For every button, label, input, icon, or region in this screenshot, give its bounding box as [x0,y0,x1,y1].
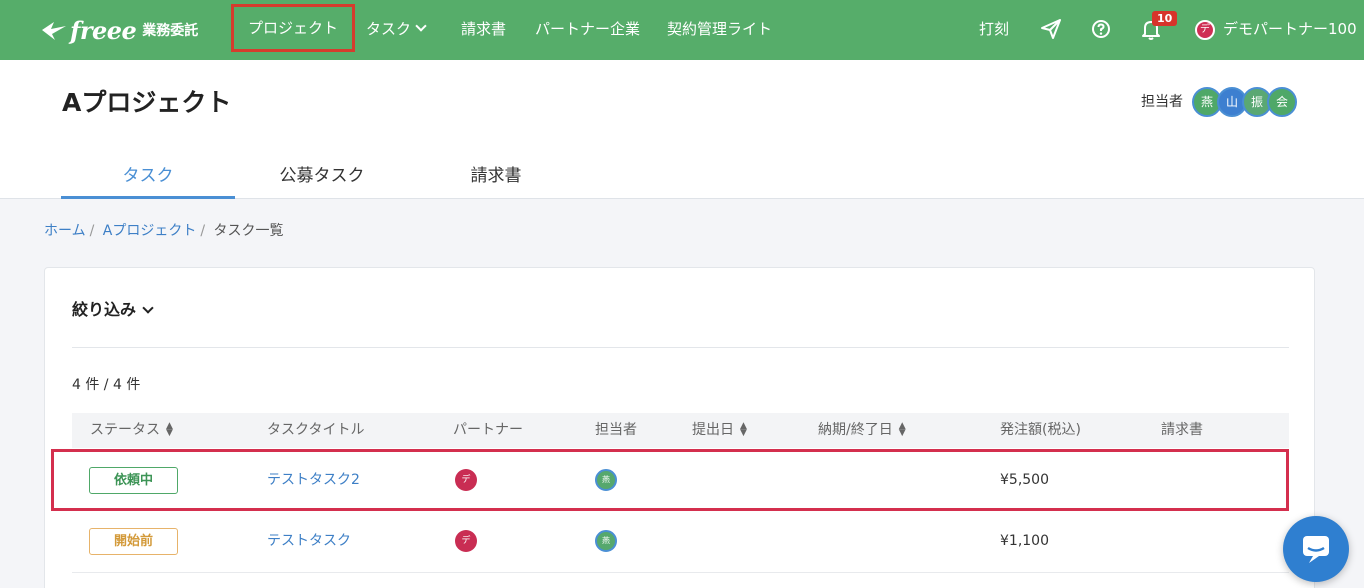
table-row[interactable]: 開始前 テストタスク デ 燕 ¥1,100 [72,511,1289,573]
task-list-card: 絞り込み 4 件 / 4 件 ステータス ▲ ▼ タスクタイトル パートナー 担当者… [44,267,1315,588]
tab-invoice[interactable]: 請求書 [409,156,583,199]
breadcrumb-project[interactable]: Aプロジェクト [103,223,197,239]
divider [72,347,1289,348]
col-title: タスクタイトル [267,422,365,438]
sort-icon: ▲ ▼ [740,421,747,438]
breadcrumb-separator: / [89,223,95,239]
col-submit-date-label: 提出日 [692,422,734,438]
table-row[interactable]: 依頼中 テストタスク2 デ 燕 ¥5,500 [51,449,1289,511]
chat-support-button[interactable] [1283,516,1349,582]
chat-icon [1303,536,1329,563]
nav-item-partner[interactable]: パートナー企業 [535,0,640,60]
chevron-down-icon [142,302,154,314]
user-avatar[interactable]: デ [1195,20,1215,40]
help-icon[interactable] [1091,18,1111,40]
assignee-avatar: 燕 [595,469,617,491]
nav-item-task[interactable]: タスク [366,0,427,60]
task-title-link[interactable]: テストタスク2 [267,452,360,508]
col-assignee: 担当者 [595,422,637,438]
sort-icon: ▲ ▼ [898,421,906,438]
col-status[interactable]: ステータス ▲ ▼ [90,413,173,448]
top-navbar: freee 業務委託 プロジェクト タスク 請求書 パートナー企業 契約管理ライ… [0,0,1364,60]
nav-item-clock-in[interactable]: 打刻 [979,0,1009,60]
col-partner: パートナー [453,422,523,438]
breadcrumb-home[interactable]: ホーム [44,223,86,239]
filter-label: 絞り込み [72,300,137,319]
partner-avatar: デ [455,469,477,491]
breadcrumb-separator: / [200,223,206,239]
status-badge: 依頼中 [89,467,178,494]
breadcrumb: ホーム / Aプロジェクト / タスク一覧 [44,220,284,240]
col-deadline[interactable]: 納期/終了日 ▲ ▼ [818,413,906,448]
page-title: Aプロジェクト [62,88,232,117]
assignee-avatar: 燕 [595,530,617,552]
task-title-link[interactable]: テストタスク [267,511,351,571]
col-amount: 発注額(税込) [1000,422,1081,438]
col-submit-date[interactable]: 提出日 ▲ ▼ [692,413,747,448]
nav-item-task-label: タスク [366,20,412,38]
assignee-avatar[interactable]: 会 [1267,87,1297,117]
tab-public-task[interactable]: 公募タスク [235,156,409,199]
partner-avatar: デ [455,530,477,552]
nav-item-invoice[interactable]: 請求書 [461,0,506,60]
nav-item-project[interactable]: プロジェクト [231,4,356,52]
logo-subtitle: 業務委託 [142,23,199,39]
freee-logo[interactable]: freee 業務委託 [40,14,198,46]
chevron-down-icon [415,20,427,32]
table-header: ステータス ▲ ▼ タスクタイトル パートナー 担当者 提出日 ▲ ▼ 納期/終了日 ▲ ▼… [72,413,1289,448]
sort-icon: ▲ ▼ [166,421,173,438]
col-status-label: ステータス [90,422,160,438]
result-count: 4 件 / 4 件 [72,377,141,393]
notification-badge: 10 [1152,11,1178,26]
assignee-label: 担当者 [1141,94,1183,110]
tab-task[interactable]: タスク [61,156,235,199]
order-amount: ¥5,500 [1000,472,1049,488]
project-header: Aプロジェクト 担当者 燕 山 振 会 タスク 公募タスク 請求書 [0,60,1364,199]
status-badge: 開始前 [89,528,178,555]
logo-bird-icon [42,22,66,40]
user-menu[interactable]: デモパートナー100 [1223,0,1357,58]
order-amount: ¥1,100 [1000,533,1049,549]
nav-item-contract[interactable]: 契約管理ライト [667,0,772,60]
breadcrumb-current: タスク一覧 [213,223,284,239]
col-deadline-label: 納期/終了日 [818,422,893,438]
send-icon[interactable] [1040,18,1062,40]
logo-text: freee [70,15,137,45]
col-invoice: 請求書 [1161,422,1203,438]
filter-toggle[interactable]: 絞り込み [72,296,154,320]
